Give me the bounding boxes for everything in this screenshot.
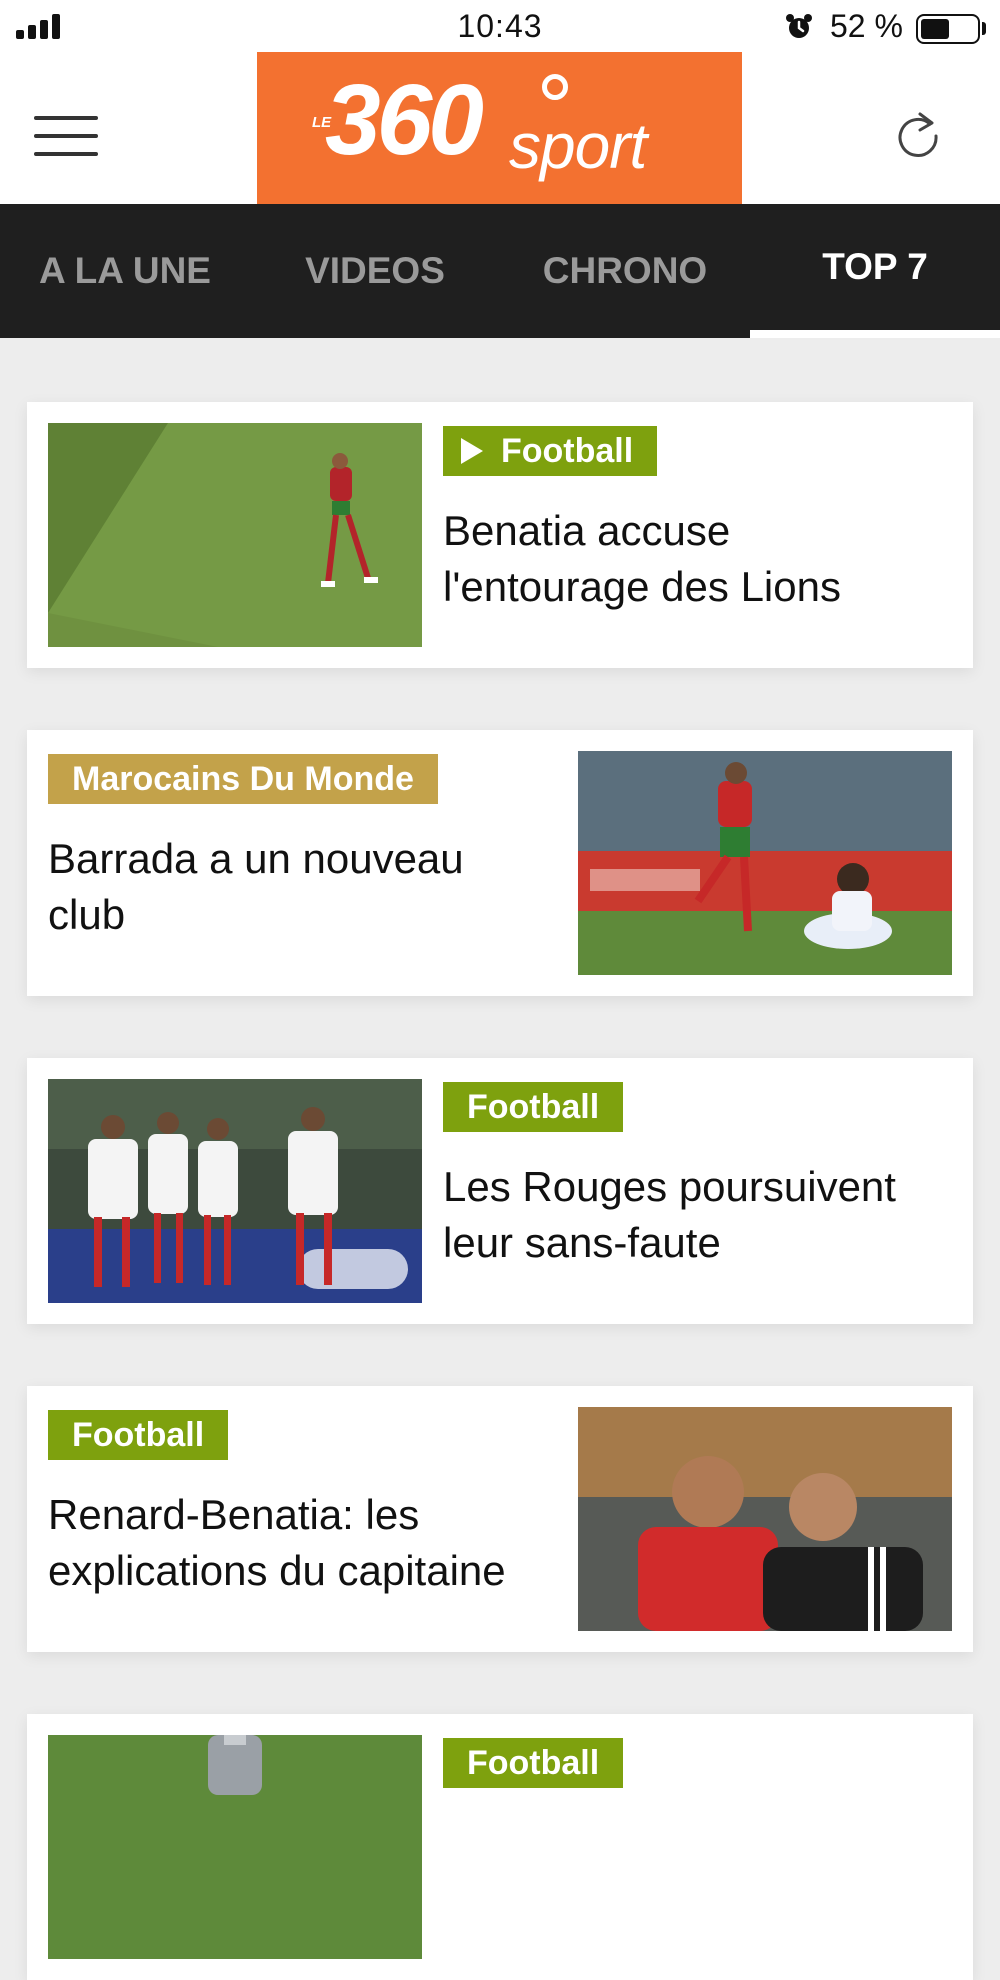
battery-level [921,19,949,39]
tab-top-7[interactable]: TOP 7 [750,204,1000,338]
logo-degree-mark [542,74,568,100]
status-bar: 10:43 52 % [0,0,1000,52]
hamburger-menu-icon[interactable] [34,116,98,158]
le360sport-logo[interactable]: LE 360 sport [257,52,742,204]
article-card[interactable]: Football Benatia accuse l'entourage des … [27,402,973,668]
article-thumbnail[interactable] [48,1735,422,1959]
logo-word: sport [509,110,647,182]
category-label: Football [467,1087,600,1126]
article-title[interactable]: Renard-Benatia: les explications du capi… [48,1487,538,1599]
article-title[interactable]: Barrada a un nouveau club [48,831,518,943]
category-badge[interactable]: Football [48,1410,229,1460]
section-tabs: A LA UNE VIDEOS CHRONO TOP 7 [0,204,1000,338]
tab-chrono[interactable]: CHRONO [500,204,750,338]
alarm-icon [786,14,812,38]
article-thumbnail[interactable] [48,1079,422,1303]
battery-percentage: 52 % [830,8,903,44]
logo-number: 360 [325,64,484,176]
category-label: Marocains Du Monde [72,759,414,798]
article-thumbnail[interactable] [578,1407,952,1631]
category-badge[interactable]: Marocains Du Monde [48,754,438,804]
refresh-icon[interactable] [890,106,946,162]
article-title[interactable]: Les Rouges poursuivent leur sans-faute [443,1159,943,1271]
category-label: Football [72,1415,205,1454]
category-badge[interactable]: Football [443,426,658,476]
article-title[interactable]: Benatia accuse l'entourage des Lions [443,503,943,615]
category-label: Football [467,1743,600,1782]
article-card[interactable]: Football Les Rouges poursuivent leur san… [27,1058,973,1324]
tab-videos[interactable]: VIDEOS [250,204,500,338]
article-thumbnail[interactable] [578,751,952,975]
tab-a-la-une[interactable]: A LA UNE [0,204,250,338]
battery-icon [916,14,980,44]
app-header: LE 360 sport [0,52,1000,204]
article-thumbnail[interactable] [48,423,422,647]
category-badge[interactable]: Football [443,1738,624,1788]
play-icon [461,438,483,464]
article-card[interactable]: Football Renard-Benatia: les explication… [27,1386,973,1652]
article-card[interactable]: Football [27,1714,973,1980]
category-badge[interactable]: Football [443,1082,624,1132]
article-card[interactable]: Marocains Du Monde Barrada a un nouveau … [27,730,973,996]
battery-cap [982,22,986,35]
category-label: Football [501,431,634,470]
active-tab-indicator [750,330,1000,338]
